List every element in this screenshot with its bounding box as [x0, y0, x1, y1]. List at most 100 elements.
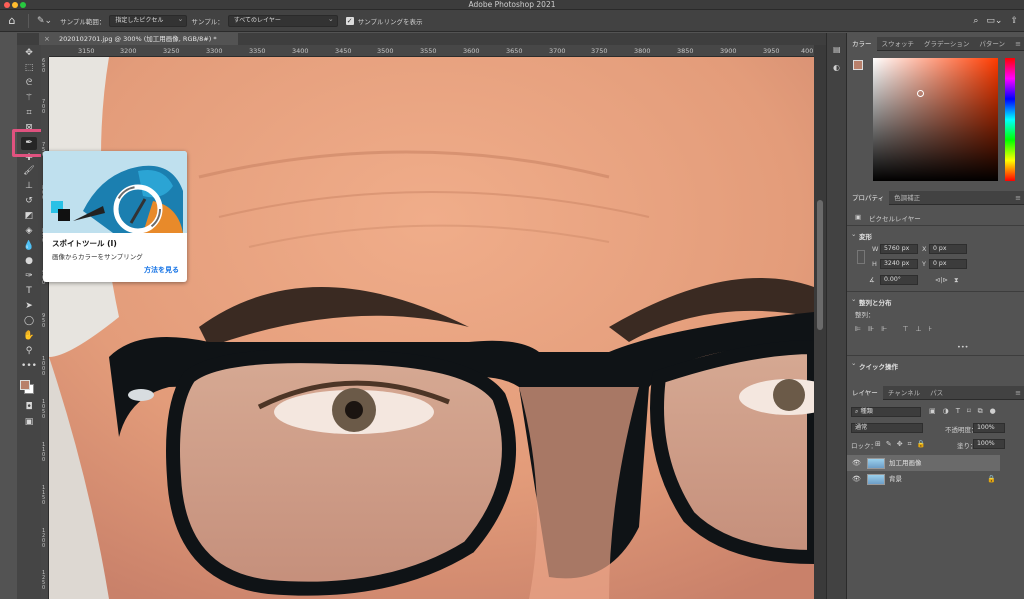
lock-artboard-icon[interactable]: ⌗	[908, 440, 912, 449]
history-panel-icon[interactable]: ▤	[833, 45, 841, 54]
layers-panel-tabs: レイヤー チャンネル パス ≡	[847, 385, 1024, 400]
opacity-field[interactable]: 100%	[973, 423, 1005, 433]
filter-shape-icon[interactable]: ⌑	[967, 407, 971, 416]
align-middle-icon[interactable]: ⊥	[915, 325, 921, 333]
link-icon[interactable]	[857, 250, 865, 264]
x-field[interactable]: 0 px	[929, 244, 967, 254]
hand-tool-icon[interactable]: ✋	[21, 330, 37, 343]
chevron-down-icon[interactable]: ⌄	[851, 359, 856, 367]
tab-layers[interactable]: レイヤー	[847, 385, 883, 400]
sample-select[interactable]: すべてのレイヤー	[227, 14, 338, 27]
sample-size-select[interactable]: 指定したピクセル	[109, 14, 188, 27]
flip-horizontal-icon[interactable]: ⊲|⊳	[935, 276, 948, 284]
panel-menu-icon[interactable]: ≡	[1015, 389, 1024, 397]
document-tab[interactable]: × 2020102701.jpg @ 300% (加工用画像, RGB/8#) …	[39, 33, 238, 45]
tab-paths[interactable]: パス	[925, 386, 948, 400]
tab-patterns[interactable]: パターン	[974, 37, 1010, 51]
lock-position-icon[interactable]: ✥	[897, 440, 903, 449]
paint-bucket-tool-icon[interactable]: ◈	[21, 225, 37, 238]
layer-filter-select[interactable]: ⌕ 種類	[851, 407, 921, 417]
eraser-tool-icon[interactable]: ◩	[21, 210, 37, 223]
path-selection-tool-icon[interactable]: ➤	[21, 300, 37, 313]
magic-wand-tool-icon[interactable]: ⚚	[21, 92, 37, 105]
layer-row[interactable]: 👁 加工用画像	[847, 455, 1000, 471]
marquee-tool-icon[interactable]: ⬚	[21, 62, 37, 75]
color-foreground-swatch[interactable]	[853, 60, 863, 70]
foreground-color-swatch[interactable]	[20, 380, 30, 390]
zoom-tool-icon[interactable]: ⚲	[21, 345, 37, 358]
filter-pixel-icon[interactable]: ▣	[929, 407, 936, 416]
blend-mode-select[interactable]: 通常	[851, 423, 923, 433]
ruler-tick-label: 1000	[42, 356, 46, 377]
type-tool-icon[interactable]: T	[21, 285, 37, 298]
filter-toggle-icon[interactable]: ●	[990, 407, 996, 416]
width-field[interactable]: 5760 px	[880, 244, 918, 254]
tab-channels[interactable]: チャンネル	[883, 386, 925, 400]
layer-row[interactable]: 👁 背景 🔒	[847, 471, 1000, 487]
lock-all-icon[interactable]: 🔒	[917, 440, 926, 449]
align-top-icon[interactable]: ⊤	[902, 325, 908, 333]
scrollbar-thumb[interactable]	[817, 200, 823, 330]
tab-swatches[interactable]: スウォッチ	[877, 37, 920, 51]
brush-tool-icon[interactable]: 🖌	[21, 165, 37, 178]
pen-tool-icon[interactable]: ✑	[21, 270, 37, 283]
align-right-icon[interactable]: ⊩	[881, 325, 887, 333]
tab-color[interactable]: カラー	[847, 36, 877, 51]
sampling-ring-checkbox[interactable]: ✓	[345, 16, 354, 25]
lock-pixels-icon[interactable]: ✎	[886, 440, 892, 449]
more-tools-icon[interactable]: •••	[21, 360, 37, 373]
chevron-down-icon[interactable]: ⌄	[851, 295, 856, 303]
angle-icon: ∡	[869, 276, 875, 284]
clone-stamp-tool-icon[interactable]: ⊥	[21, 180, 37, 193]
photoshop-window: Adobe Photoshop 2021 ⌂ ✎⌄ サンプル範囲： 指定したピク…	[0, 0, 1024, 599]
tool-preset-eyedropper-icon[interactable]: ✎⌄	[37, 16, 52, 26]
dodge-tool-icon[interactable]: ●	[21, 255, 37, 268]
vertical-scrollbar[interactable]	[814, 45, 826, 599]
lasso-tool-icon[interactable]: ᘓ	[21, 77, 37, 90]
more-options[interactable]: •••	[957, 343, 969, 351]
height-field[interactable]: 3240 px	[880, 259, 918, 269]
eye-icon[interactable]: 👁	[852, 471, 861, 487]
hue-slider[interactable]	[1005, 58, 1015, 181]
panel-menu-icon[interactable]: ≡	[1015, 194, 1024, 202]
angle-field[interactable]: 0.00°	[880, 275, 918, 285]
learn-how-link[interactable]: 方法を見る	[144, 265, 179, 275]
move-tool-icon[interactable]: ✥	[21, 47, 37, 60]
screen-mode-icon[interactable]: ▣	[21, 416, 37, 429]
color-picker-field[interactable]	[873, 58, 998, 181]
eyedropper-tooltip: スポイトツール (I) 画像からカラーをサンプリング 方法を見る	[43, 151, 187, 282]
fill-field[interactable]: 100%	[973, 439, 1005, 449]
eye-icon[interactable]: 👁	[852, 455, 861, 471]
collapsed-panel-strip: ▤ ◐	[826, 33, 846, 599]
align-bottom-icon[interactable]: ⊦	[929, 325, 933, 333]
filter-adjustment-icon[interactable]: ◑	[943, 407, 949, 416]
ellipse-tool-icon[interactable]: ◯	[21, 315, 37, 328]
filter-type-icon[interactable]: T	[956, 407, 960, 416]
tab-properties[interactable]: プロパティ	[847, 190, 890, 205]
ruler-tick-label: 3850	[677, 47, 694, 55]
quick-mask-icon[interactable]: ◘	[21, 401, 37, 414]
home-icon[interactable]: ⌂	[0, 10, 24, 32]
filter-smart-object-icon[interactable]: ⧉	[978, 407, 983, 416]
align-left-icon[interactable]: ⊫	[855, 325, 861, 333]
document-canvas[interactable]	[49, 57, 814, 599]
adjustments-panel-icon[interactable]: ◐	[833, 63, 840, 72]
tab-gradients[interactable]: グラデーション	[919, 37, 974, 51]
history-brush-tool-icon[interactable]: ↺	[21, 195, 37, 208]
share-icon[interactable]: ⇪	[1010, 16, 1018, 26]
workspace-icon[interactable]: ▭⌄	[986, 16, 1002, 26]
tab-adjustments[interactable]: 色調補正	[889, 191, 925, 205]
align-center-icon[interactable]: ⊪	[868, 325, 874, 333]
align-label: 整列：	[855, 311, 875, 319]
close-tab-icon[interactable]: ×	[44, 33, 50, 45]
flip-vertical-icon[interactable]: ⧗	[954, 276, 959, 285]
search-icon[interactable]: ⌕	[973, 16, 978, 26]
blur-tool-icon[interactable]: 💧	[21, 240, 37, 253]
panel-menu-icon[interactable]: ≡	[1015, 40, 1024, 48]
sample-size-label: サンプル範囲：	[60, 17, 106, 26]
y-field[interactable]: 0 px	[929, 259, 967, 269]
chevron-down-icon[interactable]: ⌄	[851, 230, 856, 238]
crop-tool-icon[interactable]: ⌗	[21, 107, 37, 120]
layer-name: 背景	[889, 475, 902, 483]
lock-transparent-icon[interactable]: ⊞	[875, 440, 881, 449]
